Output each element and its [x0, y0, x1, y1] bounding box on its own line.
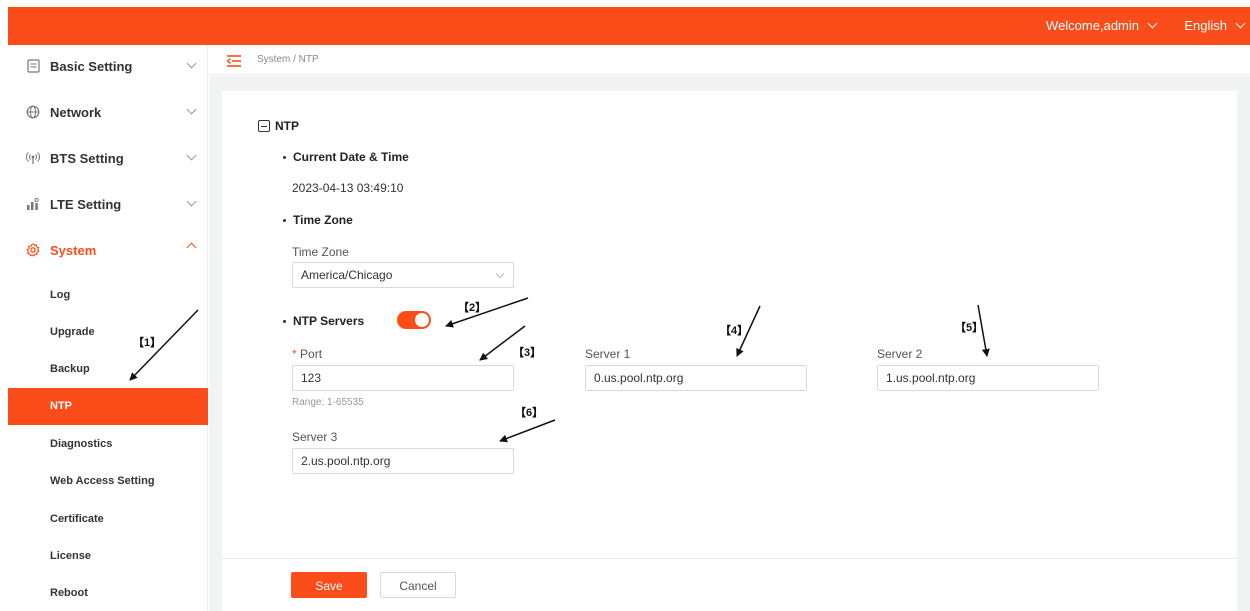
- language-text: English: [1184, 18, 1227, 33]
- annotation-label-6: 【6】: [515, 407, 544, 419]
- bullet-dot: [283, 156, 286, 159]
- sidebar-subitem-backup[interactable]: Backup: [8, 351, 208, 388]
- sidebar-item-basic-setting[interactable]: Basic Setting: [8, 52, 208, 82]
- annotation-label-4: 【4】: [720, 325, 749, 337]
- server1-value: 0.us.pool.ntp.org: [594, 371, 684, 385]
- port-value: 123: [301, 371, 322, 385]
- bullet-dot: [283, 219, 286, 222]
- current-datetime-value: 2023-04-13 03:49:10: [292, 181, 404, 195]
- sidebar: Basic Setting Network BTS Setting LTE Se…: [8, 45, 208, 611]
- ntp-card: [222, 91, 1237, 611]
- sidebar-subitem-certificate[interactable]: Certificate: [8, 501, 208, 538]
- port-input[interactable]: 123: [292, 365, 514, 391]
- timezone-select[interactable]: America/Chicago: [292, 262, 514, 288]
- chevron-down-icon: [186, 150, 197, 161]
- server2-label: Server 2: [877, 347, 923, 361]
- chevron-down-icon: [1235, 18, 1246, 29]
- port-label-text: Port: [300, 347, 323, 361]
- form-footer: [222, 558, 1237, 611]
- annotation-label-3: 【3】: [513, 347, 542, 359]
- server2-input[interactable]: 1.us.pool.ntp.org: [877, 365, 1099, 391]
- toggle-knob: [415, 313, 429, 327]
- sidebar-subitem-diagnostics[interactable]: Diagnostics: [8, 426, 208, 463]
- cancel-button[interactable]: Cancel: [380, 572, 456, 598]
- annotation-label-1: 【1】: [133, 337, 162, 349]
- sidebar-item-network[interactable]: Network: [8, 98, 208, 128]
- current-datetime-label: Current Date & Time: [293, 150, 409, 164]
- chevron-down-icon: [186, 104, 197, 115]
- globe-icon: [26, 105, 40, 119]
- timezone-field-label: Time Zone: [292, 245, 349, 259]
- top-bar: Welcome,admin English: [8, 7, 1250, 45]
- document-icon: [26, 59, 40, 73]
- chevron-down-icon: [186, 58, 197, 69]
- required-mark: *: [292, 347, 297, 361]
- port-label: * Port: [292, 347, 322, 361]
- sidebar-item-label: BTS Setting: [50, 151, 124, 166]
- chevron-down-icon: [1147, 18, 1158, 29]
- server3-input[interactable]: 2.us.pool.ntp.org: [292, 448, 514, 474]
- chevron-up-icon: [186, 242, 197, 253]
- port-hint: Range: 1-65535: [292, 397, 364, 408]
- annotation-label-2: 【2】: [458, 302, 487, 314]
- sidebar-item-label: Network: [50, 105, 102, 120]
- antenna-icon: [26, 151, 40, 165]
- current-datetime-heading: Current Date & Time: [283, 150, 409, 164]
- chevron-down-icon: [186, 196, 197, 207]
- sidebar-subitem-reboot[interactable]: Reboot: [8, 575, 208, 611]
- server3-label: Server 3: [292, 430, 338, 444]
- sidebar-item-label: Basic Setting: [50, 59, 133, 74]
- sidebar-subitem-ntp[interactable]: NTP: [8, 388, 208, 425]
- breadcrumb-bar: System / NTP: [209, 45, 1250, 75]
- sidebar-item-label: System: [50, 243, 97, 258]
- save-button[interactable]: Save: [291, 572, 367, 598]
- breadcrumb: System / NTP: [257, 54, 319, 65]
- server1-label: Server 1: [585, 347, 631, 361]
- user-menu[interactable]: Welcome,admin: [1046, 18, 1158, 33]
- section-title[interactable]: NTP: [258, 118, 299, 133]
- ntp-servers-label: NTP Servers: [293, 314, 365, 328]
- sidebar-subitem-upgrade[interactable]: Upgrade: [8, 314, 208, 351]
- sidebar-subitem-web-access-setting[interactable]: Web Access Setting: [8, 463, 208, 500]
- ntp-servers-toggle[interactable]: [397, 311, 431, 329]
- annotation-label-5: 【5】: [955, 322, 984, 334]
- menu-collapse-icon[interactable]: [226, 54, 241, 67]
- server3-value: 2.us.pool.ntp.org: [301, 454, 391, 468]
- welcome-text: Welcome,admin: [1046, 18, 1139, 33]
- network-tower-icon: [26, 197, 40, 211]
- sidebar-item-label: LTE Setting: [50, 197, 122, 212]
- timezone-section-label: Time Zone: [293, 213, 353, 227]
- sidebar-item-system[interactable]: System: [8, 236, 208, 266]
- bullet-dot: [283, 320, 286, 323]
- sidebar-item-bts-setting[interactable]: BTS Setting: [8, 144, 208, 174]
- timezone-value: America/Chicago: [301, 268, 393, 282]
- gear-icon: [26, 243, 40, 257]
- sidebar-item-lte-setting[interactable]: LTE Setting: [8, 190, 208, 220]
- server1-input[interactable]: 0.us.pool.ntp.org: [585, 365, 807, 391]
- collapse-icon[interactable]: [258, 120, 270, 132]
- server2-value: 1.us.pool.ntp.org: [886, 371, 976, 385]
- language-selector[interactable]: English: [1184, 18, 1246, 33]
- sidebar-subitem-license[interactable]: License: [8, 538, 208, 575]
- ntp-servers-heading: NTP Servers: [283, 314, 364, 328]
- sidebar-subitem-log[interactable]: Log: [8, 277, 208, 314]
- timezone-heading: Time Zone: [283, 213, 353, 227]
- section-title-text: NTP: [275, 119, 299, 133]
- chevron-down-icon: [495, 269, 505, 279]
